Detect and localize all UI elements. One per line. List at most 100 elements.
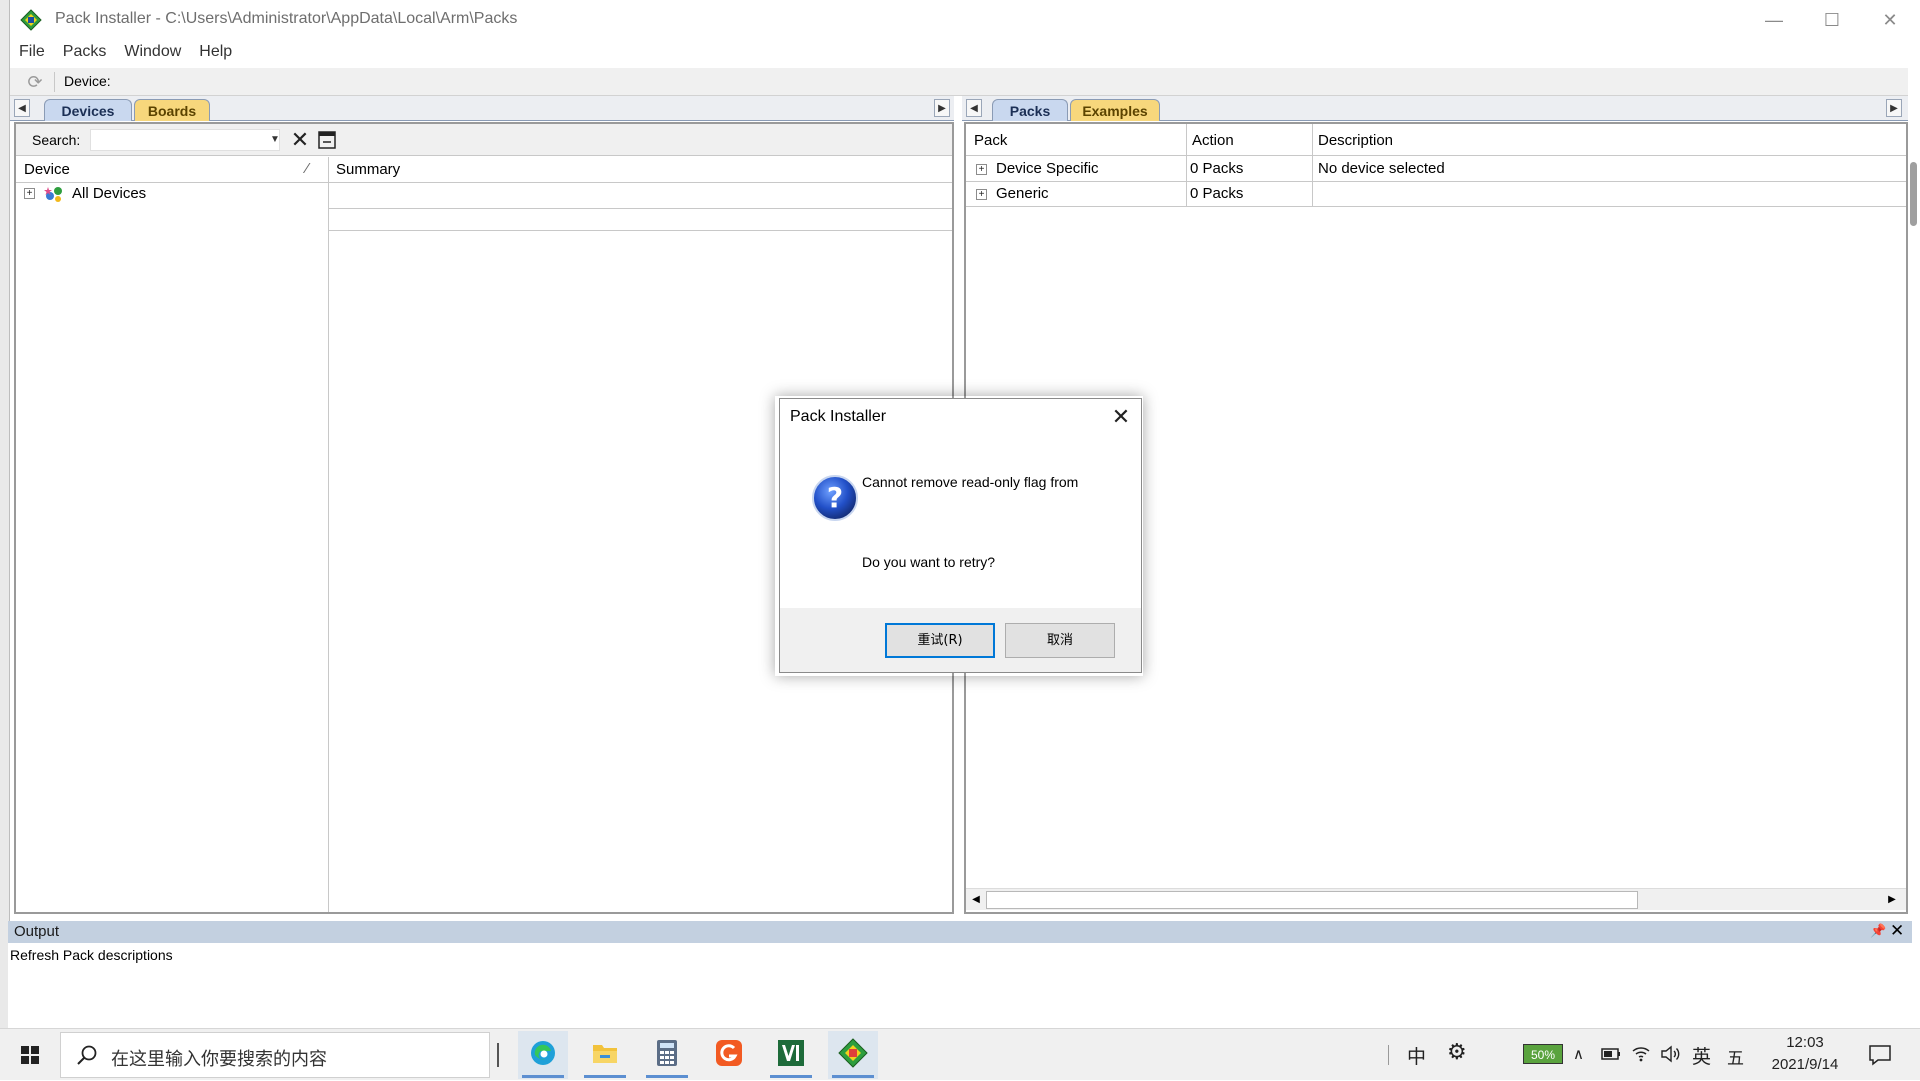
menu-bar: File Packs Window Help [10,40,1908,68]
scroll-right-icon[interactable]: ▶ [1884,892,1900,908]
tab-devices[interactable]: Devices [44,99,132,121]
taskbar-app-keil[interactable] [766,1031,816,1079]
pin-icon[interactable]: 📌 [1870,923,1886,939]
cancel-button[interactable]: 取消 [1005,623,1115,658]
maximize-icon: ☐ [1823,9,1841,30]
packs-table-header: Pack Action Description [966,124,1906,156]
battery-icon[interactable] [1601,1047,1621,1061]
tab-scroll-left-icon[interactable]: ◀ [14,99,30,117]
taskbar-app-file-explorer[interactable] [580,1031,630,1079]
tray-separator [1388,1045,1389,1065]
chevron-up-icon[interactable]: ∧ [1573,1045,1584,1063]
column-header-description[interactable]: Description [1318,132,1393,149]
column-splitter[interactable] [328,157,329,912]
expand-icon[interactable]: + [24,188,35,199]
close-icon: ✕ [1882,9,1898,30]
table-row[interactable]: + Device Specific 0 Packs No device sele… [966,157,1906,182]
expand-icon[interactable]: + [976,164,987,175]
tab-boards[interactable]: Boards [134,99,210,121]
clock-date[interactable]: 2021/9/14 [1762,1056,1848,1073]
ime-mode-indicator[interactable]: 中 [1407,1042,1426,1069]
tree-item-label: All Devices [72,185,147,202]
speaker-icon[interactable] [1660,1044,1682,1064]
column-header-action[interactable]: Action [1192,132,1234,149]
orange-app-icon [716,1040,742,1066]
chevron-down-icon[interactable]: ▼ [268,129,282,151]
clear-search-icon[interactable]: ✕ [290,129,310,151]
device-search-bar: Search: ▼ ✕ [16,124,952,156]
search-icon [77,1045,97,1065]
horizontal-scrollbar[interactable]: ◀ ▶ [966,888,1906,910]
minimize-icon: — [1765,9,1783,30]
summary-row-divider [329,230,952,231]
pack-installer-icon [838,1038,868,1068]
toolbar: ⟳ Device: [10,68,1908,96]
close-icon[interactable]: ✕ [1890,921,1904,941]
vertical-scrollbar[interactable] [1908,122,1920,914]
summary-row-divider [329,208,952,209]
tab-packs[interactable]: Packs [992,99,1068,121]
wifi-icon[interactable] [1631,1043,1651,1063]
ime-layout-indicator[interactable]: 五 [1727,1044,1744,1069]
dialog-question: Do you want to retry? [862,554,996,570]
all-devices-icon [44,187,62,202]
clock-time[interactable]: 12:03 [1770,1034,1840,1051]
dialog-close-icon[interactable]: ✕ [1107,403,1135,431]
taskbar-app-orange[interactable] [704,1031,754,1079]
question-icon: ? [812,475,858,521]
dialog-message: Cannot remove read-only flag from [862,474,1079,490]
menu-file[interactable]: File [10,40,54,68]
menu-window[interactable]: Window [115,40,190,68]
expand-icon[interactable]: + [976,189,987,200]
pack-name: Device Specific [996,160,1099,177]
sort-icon[interactable]: ⁄ [306,160,309,177]
window-title: Pack Installer - C:\Users\Administrator\… [55,10,518,27]
tab-scroll-left-icon[interactable]: ◀ [966,99,982,117]
output-panel-header: Output 📌 ✕ [8,921,1912,943]
title-bar: Pack Installer - C:\Users\Administrator\… [10,0,1908,40]
column-header-device[interactable]: Device [24,161,70,178]
taskbar-search-box[interactable]: 在这里输入你要搜索的内容 [60,1032,490,1078]
taskbar-app-pack-installer[interactable] [828,1031,878,1079]
windows-start-icon[interactable] [0,1029,60,1081]
maximize-button[interactable]: ☐ [1803,0,1861,40]
menu-packs[interactable]: Packs [54,40,116,68]
scrollbar-thumb[interactable] [986,891,1638,909]
column-header-summary[interactable]: Summary [336,161,400,178]
table-row[interactable]: + Generic 0 Packs [966,182,1906,207]
column-header-pack[interactable]: Pack [974,132,1007,149]
device-search-input[interactable] [90,129,280,151]
notification-icon[interactable] [1868,1043,1892,1067]
right-tab-strip: ◀ Packs Examples ▶ [962,96,1908,121]
scrollbar-thumb[interactable] [1910,162,1917,226]
active-app-indicator [522,1075,564,1078]
language-indicator[interactable]: 英 [1692,1042,1711,1069]
tab-examples[interactable]: Examples [1070,99,1160,121]
refresh-icon[interactable]: ⟳ [24,71,46,93]
menu-help[interactable]: Help [190,40,241,68]
battery-saver-indicator[interactable]: 50% [1523,1044,1563,1064]
minimize-button[interactable]: — [1745,0,1803,40]
gear-icon[interactable]: ⚙ [1447,1040,1467,1065]
edge-browser-icon [531,1041,555,1065]
output-panel: Refresh Pack descriptions [8,943,1912,1028]
tab-scroll-right-icon[interactable]: ▶ [934,99,950,117]
tab-scroll-right-icon[interactable]: ▶ [1886,99,1902,117]
taskbar-app-calculator[interactable] [642,1031,692,1079]
left-tab-strip: ◀ Devices Boards ▶ [10,96,954,121]
retry-button[interactable]: 重试(R) [885,623,995,658]
background-window-edge [0,0,10,1028]
taskbar-app-edge[interactable] [518,1031,568,1079]
pack-description: No device selected [1318,160,1445,177]
scroll-left-icon[interactable]: ◀ [968,892,984,908]
taskbar-divider [497,1043,499,1067]
toolbar-separator [54,72,55,92]
collapse-all-icon[interactable] [316,129,338,151]
close-window-button[interactable]: ✕ [1861,0,1919,40]
device-label: Device: [64,73,111,89]
tree-item-all-devices[interactable]: + All Devices [16,183,328,205]
dialog-title: Pack Installer [790,408,887,425]
retry-dialog: Pack Installer ✕ ? Cannot remove read-on… [779,398,1142,673]
taskbar-search-placeholder: 在这里输入你要搜索的内容 [111,1049,327,1070]
taskbar: 在这里输入你要搜索的内容 中 ⚙ 50% ∧ 英 五 12:03 2021/9/… [0,1028,1920,1080]
